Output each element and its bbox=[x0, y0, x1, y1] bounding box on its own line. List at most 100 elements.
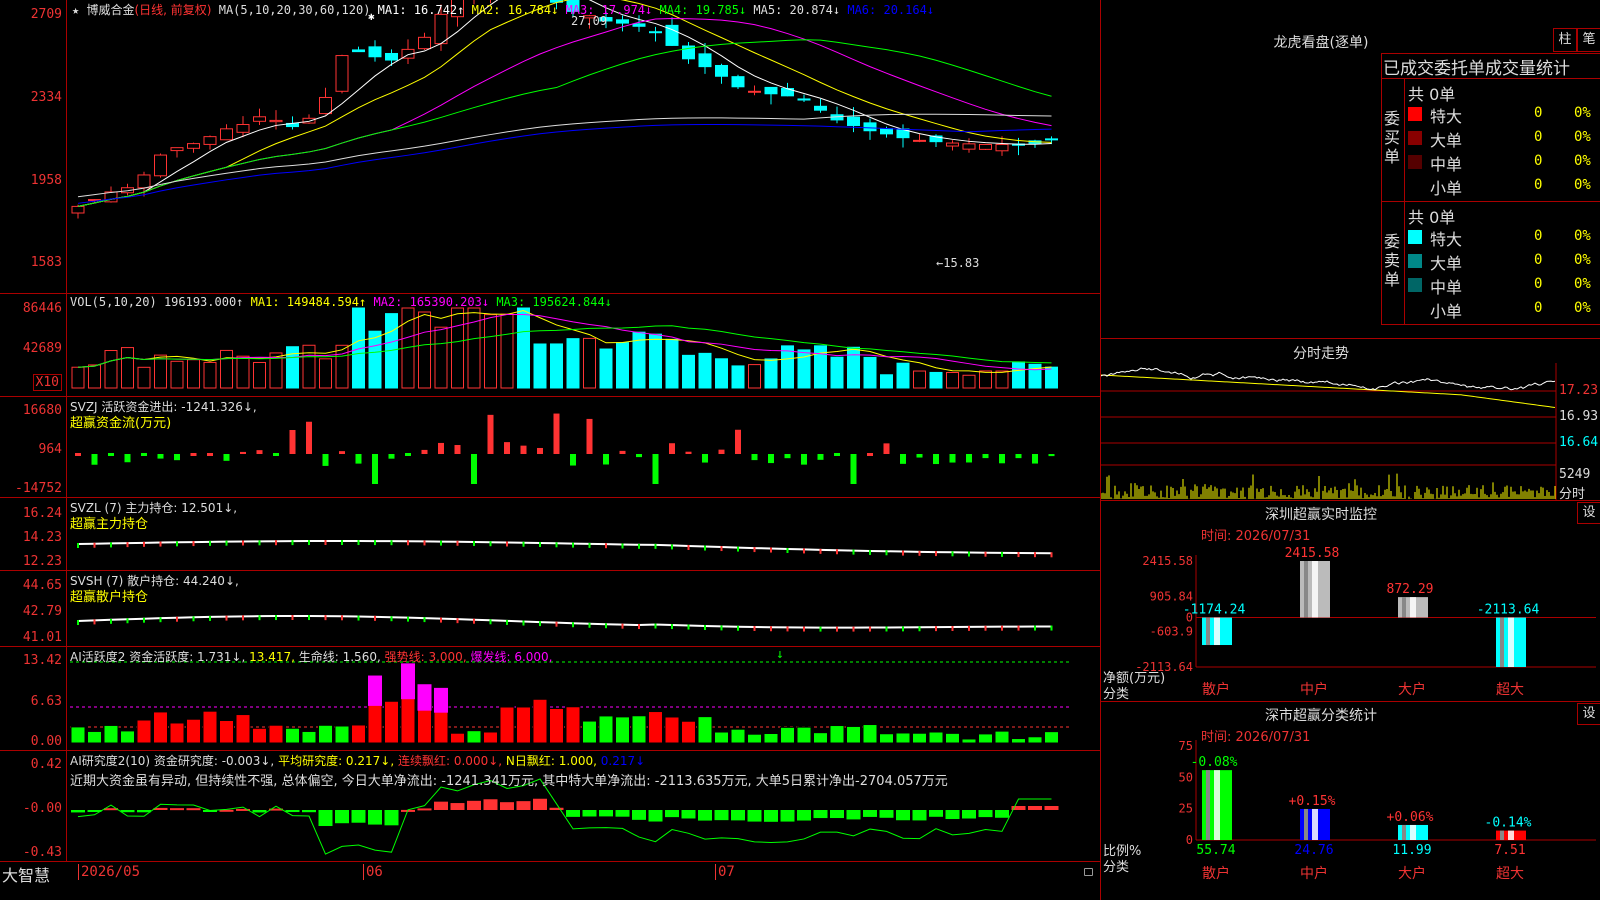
bar-highlight bbox=[1410, 597, 1416, 618]
research-bar bbox=[846, 810, 861, 820]
candle bbox=[335, 55, 349, 92]
lifeline-value: 生命线: 1.560, bbox=[298, 650, 381, 664]
flow-bar bbox=[883, 443, 890, 454]
candle bbox=[434, 13, 448, 45]
volume-bar bbox=[335, 344, 349, 389]
order-percent: 0% bbox=[1574, 252, 1591, 268]
candle bbox=[154, 154, 167, 177]
volume-bar bbox=[995, 370, 1009, 389]
sz-realtime-panel[interactable]: 深圳超赢实时监控 设 时间: 2026/07/31 2415.58 905.84 0… bbox=[1100, 501, 1600, 702]
intraday-chart[interactable] bbox=[1101, 339, 1600, 500]
order-row: 小单 0 0% bbox=[1406, 298, 1600, 321]
volume-bar bbox=[467, 307, 481, 389]
low-price-label: ←15.83 bbox=[936, 256, 980, 270]
order-color-swatch bbox=[1408, 302, 1422, 316]
activity-bar bbox=[219, 719, 234, 744]
order-percent: 0% bbox=[1574, 300, 1591, 316]
activity-bar bbox=[598, 715, 614, 744]
volume-chart[interactable] bbox=[0, 294, 1100, 396]
activity-bar bbox=[532, 698, 548, 744]
volume-bar bbox=[319, 358, 332, 389]
svzl-panel[interactable]: 16.24 14.23 12.23 SVZL (7) 主力持仓: 12.501↓… bbox=[0, 498, 1100, 571]
activity-bar bbox=[780, 726, 795, 744]
activity-bar bbox=[697, 716, 713, 744]
order-size-label: 特大 bbox=[1430, 230, 1463, 249]
y-tick-label: 2415.58 bbox=[1142, 554, 1193, 568]
volume-bar bbox=[616, 342, 629, 389]
flow-bar bbox=[487, 414, 494, 454]
volume-bar bbox=[434, 326, 448, 389]
candle bbox=[71, 205, 85, 214]
order-size-label: 大单 bbox=[1430, 131, 1463, 150]
kline-panel[interactable]: 2709 2334 1958 1583 ★ 博威合金(日线, 前复权) MA(5… bbox=[0, 0, 1100, 294]
flow-bar bbox=[289, 429, 296, 454]
ma-line bbox=[77, 0, 1052, 207]
svsh-panel[interactable]: 44.65 42.79 41.01 SVSH (7) 散户持仓: 44.240↓… bbox=[0, 571, 1100, 647]
candle bbox=[203, 136, 217, 145]
lock-icon[interactable] bbox=[1084, 868, 1093, 876]
ai-activity-panel[interactable]: 13.42 6.63 0.00 AI活跃度2 资金活跃度: 1.731↓, 13… bbox=[0, 647, 1100, 751]
intraday-panel[interactable]: 分时走势 17.23 16.93 16.64 5249 分时 bbox=[1100, 339, 1600, 502]
sz-realtime-chart[interactable]: 2415.58905.840-603.9-2113.64-1174.24散户24… bbox=[1101, 501, 1600, 701]
date-label: 2026/05 bbox=[78, 864, 140, 880]
flow-bar bbox=[322, 454, 329, 466]
ai-research-panel[interactable]: 0.42 -0.00 -0.43 AI研究度2(10) 资金研究度: -0.00… bbox=[0, 751, 1100, 862]
flow-bar bbox=[867, 453, 873, 456]
activity-bar bbox=[582, 720, 597, 744]
candle bbox=[731, 76, 745, 88]
flow-bar bbox=[273, 453, 279, 456]
research-bar bbox=[318, 810, 333, 827]
bar-shadow bbox=[1500, 617, 1504, 667]
order-percent: 0% bbox=[1574, 105, 1591, 121]
flow-bar bbox=[174, 454, 180, 461]
research-bar bbox=[681, 810, 696, 819]
research-bar bbox=[1028, 806, 1042, 810]
candlestick-chart[interactable] bbox=[0, 0, 1100, 293]
lhkp-panel: 龙虎看盘(逐单) 柱 笔 已成交委托单成交量统计 委买单 共 0单 特大 0 0% 大… bbox=[1100, 0, 1600, 339]
favorite-star-icon[interactable]: ★ bbox=[72, 3, 79, 17]
activity-bar bbox=[466, 730, 482, 744]
ma5-value: MA5: 20.874↓ bbox=[753, 3, 841, 17]
activity-bar bbox=[912, 732, 927, 744]
volume-bar bbox=[253, 361, 266, 389]
candle bbox=[319, 96, 332, 115]
flow-bar bbox=[190, 453, 197, 456]
research-bar bbox=[747, 810, 762, 822]
note-mode-button[interactable]: 笔 bbox=[1577, 28, 1600, 52]
bar-mode-button[interactable]: 柱 bbox=[1553, 28, 1577, 52]
activity-bar bbox=[70, 726, 86, 744]
bar-value-label: -0.08% bbox=[1191, 755, 1238, 770]
activity-bar bbox=[285, 727, 300, 744]
sz-classify-chart[interactable]: 75 50 25 0 -0.08% 散户 55.74 +0.15% 中户 24.76 +0.06% 大… bbox=[1101, 702, 1600, 900]
period-mode[interactable]: (日线, 前复权) bbox=[134, 3, 211, 17]
flow-bar bbox=[1048, 454, 1055, 457]
research-bar bbox=[863, 810, 877, 817]
flow-bar bbox=[504, 442, 510, 454]
order-count: 0 bbox=[1534, 300, 1543, 316]
svsh-subtitle: 超赢散户持仓 bbox=[70, 590, 149, 605]
event-star-icon[interactable]: ✱ bbox=[368, 10, 375, 23]
research-bar bbox=[615, 810, 630, 817]
flow-bar bbox=[108, 453, 114, 456]
candle bbox=[748, 90, 761, 93]
category-label: 散户 bbox=[1202, 681, 1230, 698]
research-bar bbox=[137, 810, 151, 813]
order-color-swatch bbox=[1408, 278, 1422, 292]
volume-panel[interactable]: 86446 42689 X10 VOL(5,10,20) 196193.000↑… bbox=[0, 294, 1100, 397]
svzj-panel[interactable]: 16680 964 -14752 SVZJ 活跃资金进出: -1241.326↓… bbox=[0, 397, 1100, 498]
flow-bar bbox=[586, 418, 593, 454]
volume-bar bbox=[1012, 361, 1025, 389]
candle bbox=[946, 142, 959, 147]
activity-bar bbox=[268, 724, 284, 744]
research-bar bbox=[516, 801, 531, 810]
category-label: 中户 bbox=[1300, 681, 1328, 698]
candle bbox=[847, 116, 860, 126]
y-tick-label: 905.84 bbox=[1150, 589, 1193, 603]
sz-classify-panel[interactable]: 深市超赢分类统计 设 时间: 2026/07/31 75 50 25 0 -0.08% 散… bbox=[1100, 702, 1600, 900]
flow-bar bbox=[91, 454, 98, 465]
volume-bar bbox=[715, 358, 728, 389]
order-size-label: 特大 bbox=[1430, 107, 1463, 126]
order-size-label: 小单 bbox=[1430, 302, 1463, 321]
activity-peak bbox=[401, 663, 415, 700]
volume-indicator-name: VOL(5,10,20) bbox=[70, 295, 157, 309]
